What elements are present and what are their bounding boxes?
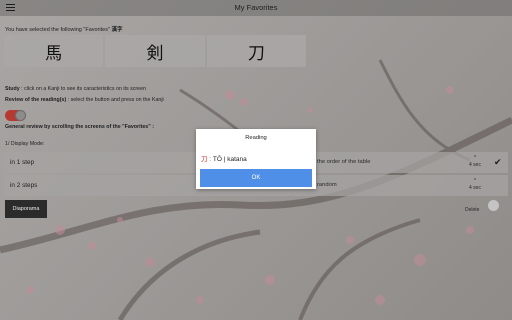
order-option-label: the order of the table xyxy=(317,159,371,165)
page-title: My Favorites xyxy=(234,3,278,12)
order-option-label: random xyxy=(317,182,337,188)
toggle-knob xyxy=(15,110,26,121)
study-instruction: Study : click on a Kanji to see its cara… xyxy=(5,86,146,92)
seconds-value: 4 sec xyxy=(469,185,481,191)
diaporama-button[interactable]: Diaporama xyxy=(5,200,47,218)
dialog-reading-text: TÔ | katana xyxy=(212,156,247,163)
app-bar: My Favorites xyxy=(0,0,512,16)
chevron-up-icon[interactable]: ^ xyxy=(467,155,483,162)
review-label: Review of the reading(s) xyxy=(5,97,67,103)
delete-toggle[interactable] xyxy=(488,200,499,211)
seconds-stepper[interactable]: ^ 4 sec xyxy=(467,178,483,192)
delete-label: Delete xyxy=(465,207,480,213)
display-mode-label: in 1 step xyxy=(10,159,35,166)
study-label: Study xyxy=(5,86,20,92)
review-instruction: Review of the reading(s) : select the bu… xyxy=(5,97,164,103)
kanji-card[interactable]: 馬 xyxy=(4,35,104,67)
reading-dialog: Reading 刀 : TÔ | katana OK xyxy=(196,129,316,189)
seconds-stepper[interactable]: ^ 4 sec xyxy=(467,155,483,169)
display-mode-label: 1/ Display Mode: xyxy=(5,141,45,147)
review-text: : select the button and press on the Kan… xyxy=(66,97,164,103)
intro-text: You have selected the following "Favorit… xyxy=(5,25,122,33)
dialog-reading: 刀 : TÔ | katana xyxy=(201,153,247,163)
general-review-text: General review by scrolling the screens … xyxy=(5,124,154,130)
seconds-value: 4 sec xyxy=(469,162,481,168)
study-text: : click on a Kanji to see its caracteris… xyxy=(19,86,147,92)
display-mode-label: in 2 steps xyxy=(10,182,38,189)
review-reading-toggle[interactable] xyxy=(5,110,26,121)
chevron-up-icon[interactable]: ^ xyxy=(467,178,483,185)
ok-button[interactable]: OK xyxy=(200,169,312,187)
check-icon: ✔ xyxy=(494,157,502,167)
general-review-label: General review by scrolling the screens … xyxy=(5,124,154,130)
intro-prefix: You have selected the following "Favorit… xyxy=(5,27,112,33)
dialog-title: Reading xyxy=(245,135,267,141)
favorite-kanji-list: 馬 剣 刀 xyxy=(4,35,306,67)
kanji-card[interactable]: 剣 xyxy=(105,35,205,67)
kanji-card[interactable]: 刀 xyxy=(206,35,306,67)
intro-kanji-word: 漢字 xyxy=(111,27,123,33)
